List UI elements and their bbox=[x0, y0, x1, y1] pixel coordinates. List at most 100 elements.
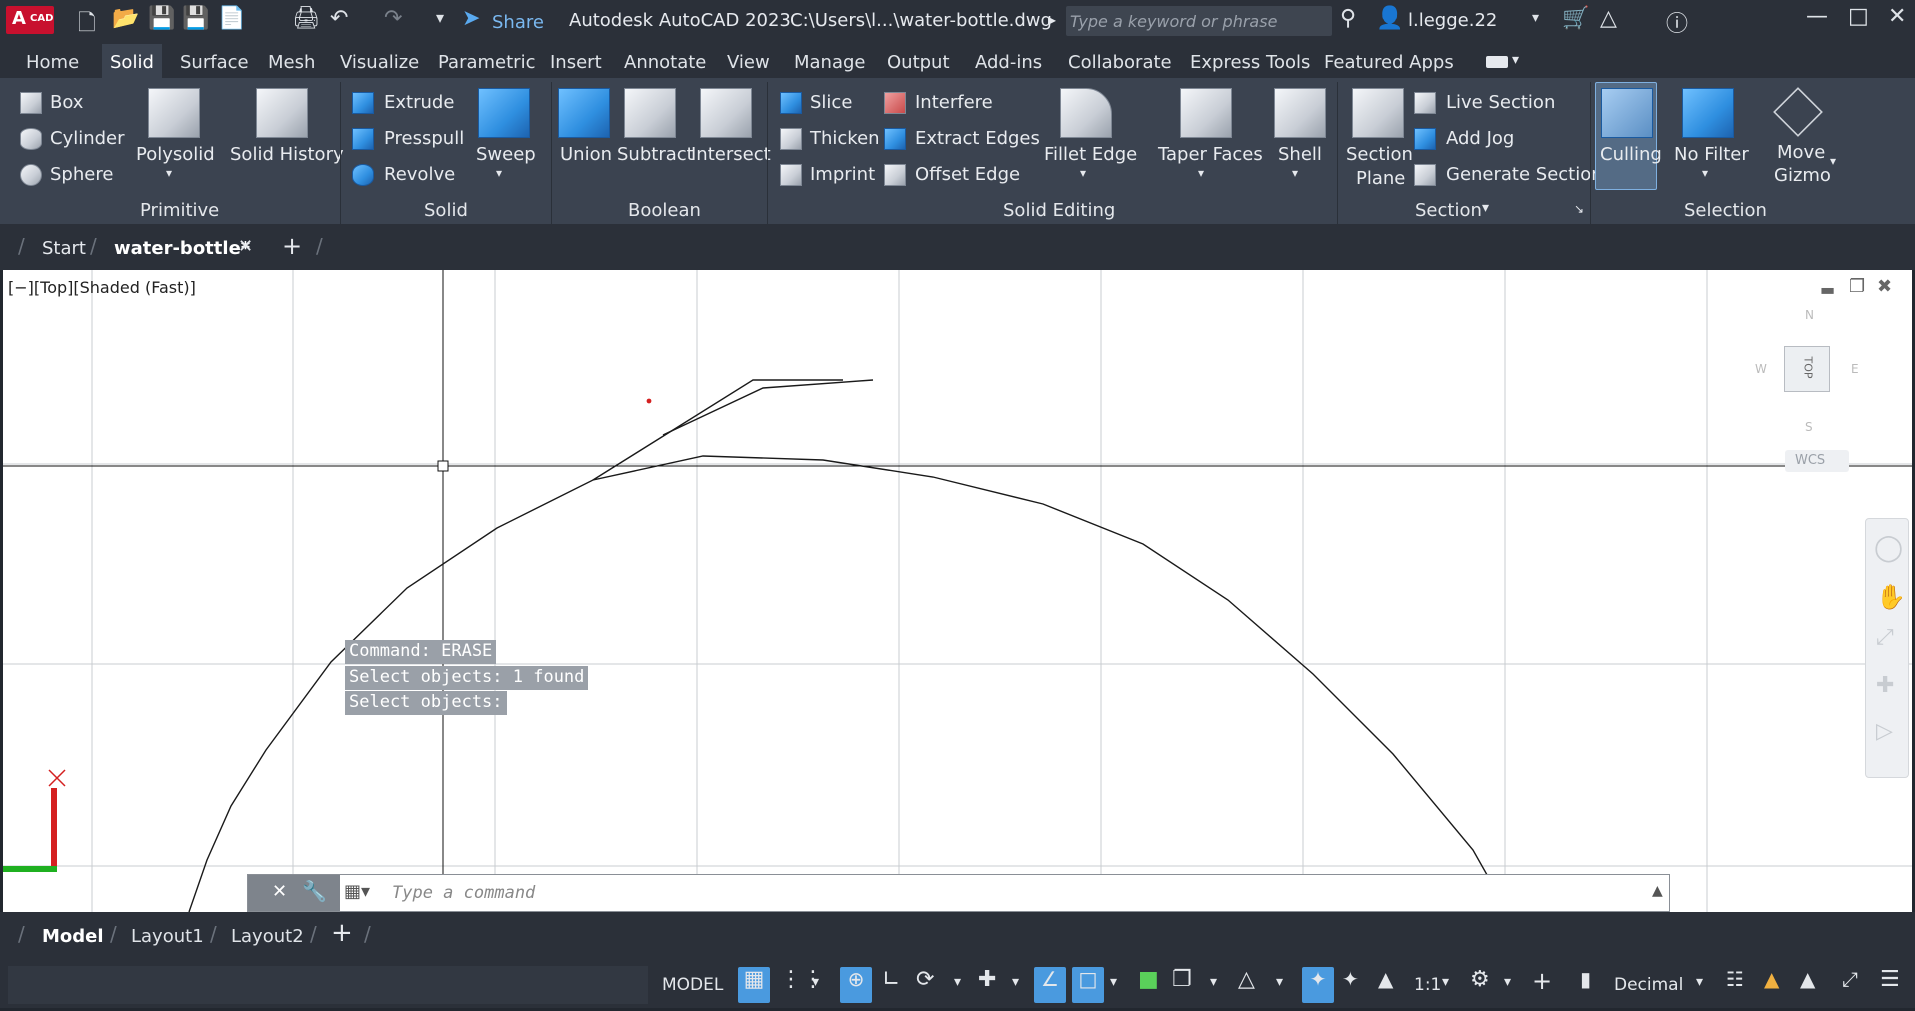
save-as-icon[interactable]: 💾 bbox=[182, 6, 209, 31]
quick-properties-icon[interactable]: ☷ bbox=[1726, 967, 1744, 1003]
compass-e[interactable]: E bbox=[1851, 362, 1859, 376]
units-value[interactable]: Decimal bbox=[1614, 975, 1683, 1011]
no-filter-button[interactable]: No Filter bbox=[1674, 144, 1749, 165]
panel-selection[interactable]: Selection bbox=[1684, 200, 1767, 221]
solid-history-button[interactable]: Solid History bbox=[230, 144, 344, 165]
annotation-monitor-icon[interactable]: + bbox=[1532, 967, 1552, 1003]
viewport-minimize-icon[interactable]: ▬ bbox=[1820, 280, 1835, 299]
command-line-handle[interactable]: ✕ 🔧 bbox=[248, 875, 340, 911]
box-button[interactable]: Box bbox=[50, 92, 83, 113]
minimize-icon[interactable]: — bbox=[1806, 4, 1828, 29]
section-plane-button[interactable]: Section bbox=[1346, 144, 1413, 165]
tab-surface[interactable]: Surface bbox=[180, 52, 249, 73]
tab-parametric[interactable]: Parametric bbox=[438, 52, 535, 73]
snap-dropdown-icon[interactable]: ▾ bbox=[812, 974, 819, 1010]
viewcube-top-label[interactable]: TOP bbox=[1802, 356, 1815, 378]
grid-toggle-icon[interactable]: ▦ bbox=[738, 967, 770, 1003]
model-space-button[interactable]: MODEL bbox=[662, 975, 723, 1011]
dynamic-input-icon[interactable]: ⊕ bbox=[840, 967, 872, 1003]
panel-solid-editing[interactable]: Solid Editing bbox=[1003, 200, 1115, 221]
tab-view[interactable]: View bbox=[727, 52, 770, 73]
cart-icon[interactable]: 🛒 bbox=[1562, 6, 1589, 31]
viewport-controls-label[interactable]: [−][Top][Shaded (Fast)] bbox=[8, 278, 196, 297]
annotation-visibility-icon[interactable]: ✦ bbox=[1302, 967, 1334, 1003]
user-name[interactable]: l.legge.22 bbox=[1408, 10, 1497, 31]
union-button[interactable]: Union bbox=[560, 144, 612, 165]
object-snap-tracking-icon[interactable]: ∠ bbox=[1034, 967, 1066, 1003]
close-icon[interactable]: ✕ bbox=[1888, 4, 1906, 29]
orbit-icon[interactable]: ✚ bbox=[1876, 673, 1894, 698]
pan-icon[interactable]: ✋ bbox=[1876, 583, 1906, 611]
taper-faces-button[interactable]: Taper Faces bbox=[1158, 144, 1263, 165]
imprint-button[interactable]: Imprint bbox=[810, 164, 875, 185]
tab-model[interactable]: Model bbox=[42, 926, 104, 947]
annotation-scale-value[interactable]: 1:1 bbox=[1414, 975, 1441, 1011]
command-recent-icon[interactable]: ▦▾ bbox=[344, 881, 370, 902]
search-icon[interactable]: ⚲ bbox=[1340, 6, 1356, 31]
3d-osnap-icon[interactable]: △ bbox=[1238, 967, 1255, 1003]
redo-icon[interactable]: ↷ bbox=[384, 6, 402, 31]
scale-dropdown-icon[interactable]: ▾ bbox=[1442, 974, 1449, 1010]
tab-featured-apps[interactable]: Featured Apps bbox=[1324, 52, 1454, 73]
tab-layout2[interactable]: Layout2 bbox=[231, 926, 304, 947]
fillet-edge-button[interactable]: Fillet Edge bbox=[1044, 144, 1137, 165]
polysolid-dropdown-icon[interactable]: ▾ bbox=[166, 166, 172, 180]
app-menu-button[interactable]: A CAD bbox=[6, 6, 54, 34]
cylinder-button[interactable]: Cylinder bbox=[50, 128, 125, 149]
command-input[interactable]: Type a command bbox=[392, 883, 535, 903]
object-snap-dropdown-icon[interactable]: ▾ bbox=[1110, 974, 1117, 1010]
compass-n[interactable]: N bbox=[1805, 308, 1814, 322]
tab-output[interactable]: Output bbox=[887, 52, 950, 73]
search-input[interactable]: Type a keyword or phrase bbox=[1066, 6, 1332, 36]
shell-dropdown-icon[interactable]: ▾ bbox=[1292, 166, 1298, 180]
command-customize-icon[interactable]: 🔧 bbox=[302, 879, 327, 903]
move-gizmo-dropdown-icon[interactable]: ▾ bbox=[1830, 154, 1836, 168]
viewcube[interactable]: TOP bbox=[1784, 346, 1830, 392]
sweep-dropdown-icon[interactable]: ▾ bbox=[496, 166, 502, 180]
zoom-extents-icon[interactable]: ⤢ bbox=[1876, 625, 1894, 650]
plot-icon[interactable]: 🖨 bbox=[292, 6, 320, 31]
shell-button[interactable]: Shell bbox=[1278, 144, 1322, 165]
thicken-button[interactable]: Thicken bbox=[810, 128, 880, 149]
polar-dropdown-icon[interactable]: ▾ bbox=[954, 974, 961, 1010]
ortho-icon[interactable]: ∟ bbox=[882, 967, 900, 1003]
panel-boolean[interactable]: Boolean bbox=[628, 200, 701, 221]
viewport-restore-icon[interactable]: ❐ bbox=[1849, 276, 1865, 297]
ribbon-toggle-icon[interactable] bbox=[1486, 56, 1508, 68]
extract-edges-button[interactable]: Extract Edges bbox=[915, 128, 1040, 149]
tab-express-tools[interactable]: Express Tools bbox=[1190, 52, 1310, 73]
section-panel-dropdown-icon[interactable]: ▾ bbox=[1482, 200, 1489, 216]
user-dropdown-icon[interactable]: ▾ bbox=[1532, 10, 1539, 26]
save-icon[interactable]: 💾 bbox=[148, 6, 175, 31]
tab-home[interactable]: Home bbox=[26, 52, 79, 73]
tab-layout1[interactable]: Layout1 bbox=[131, 926, 204, 947]
compass-s[interactable]: S bbox=[1805, 420, 1813, 434]
doc-tab-start[interactable]: Start bbox=[42, 238, 86, 259]
showmotion-icon[interactable]: ▷ bbox=[1876, 719, 1893, 744]
live-section-button[interactable]: Live Section bbox=[1446, 92, 1555, 113]
sphere-button[interactable]: Sphere bbox=[50, 164, 113, 185]
offset-edge-button[interactable]: Offset Edge bbox=[915, 164, 1020, 185]
lineweight-icon[interactable]: ■ bbox=[1138, 967, 1159, 1003]
new-file-icon[interactable]: 🗋 bbox=[78, 6, 96, 44]
lock-ui-icon[interactable]: ▲ bbox=[1764, 967, 1779, 1003]
clean-screen-icon[interactable]: ⤢ bbox=[1842, 967, 1858, 1003]
extrude-button[interactable]: Extrude bbox=[384, 92, 454, 113]
tab-insert[interactable]: Insert bbox=[550, 52, 602, 73]
no-filter-dropdown-icon[interactable]: ▾ bbox=[1702, 166, 1708, 180]
workspace-dropdown-icon[interactable]: ▾ bbox=[1504, 974, 1511, 1010]
panel-solid[interactable]: Solid bbox=[424, 200, 468, 221]
generate-section-button[interactable]: Generate Section bbox=[1446, 164, 1603, 185]
annotation-scale-icon[interactable]: ▲ bbox=[1378, 967, 1393, 1003]
tab-mesh[interactable]: Mesh bbox=[268, 52, 315, 73]
intersect-button[interactable]: Intersect bbox=[691, 144, 771, 165]
move-gizmo-button-line2[interactable]: Gizmo bbox=[1774, 165, 1831, 186]
new-tab-icon[interactable]: + bbox=[282, 232, 302, 260]
customization-menu-icon[interactable]: ☰ bbox=[1880, 967, 1900, 1003]
object-snap-icon[interactable]: □ bbox=[1072, 967, 1104, 1003]
isolate-objects-icon[interactable]: ▲ bbox=[1800, 967, 1815, 1003]
close-tab-icon[interactable]: ✕ bbox=[238, 236, 253, 257]
interfere-button[interactable]: Interfere bbox=[915, 92, 993, 113]
wcs-menu[interactable]: WCS bbox=[1785, 450, 1849, 472]
panel-primitive[interactable]: Primitive bbox=[140, 200, 219, 221]
